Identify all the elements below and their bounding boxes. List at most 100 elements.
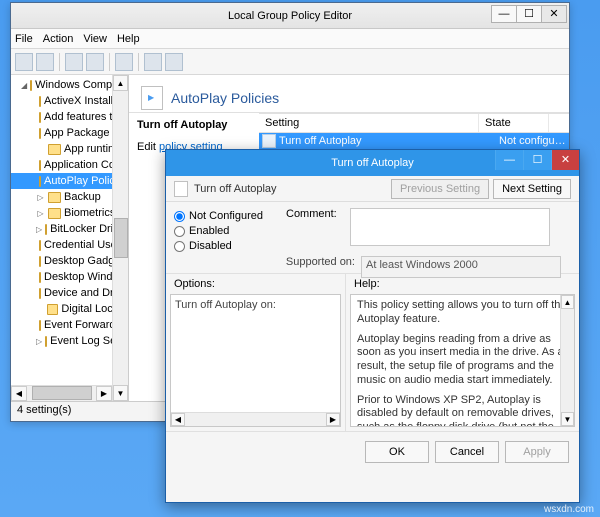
comment-field[interactable] [350,208,550,246]
col-state[interactable]: State [479,114,549,132]
tree-item[interactable]: Desktop Window Mana [11,269,128,285]
menu-action[interactable]: Action [43,33,74,45]
supported-on-label: Supported on: [286,256,355,268]
tree-pane[interactable]: ◢ Windows Components ActiveX Installer S… [11,75,129,401]
maximize-button[interactable]: ☐ [516,5,542,23]
state-radio-group: Not Configured Enabled Disabled [174,208,274,252]
toolbar-up-icon[interactable] [65,53,83,71]
dialog-close-button[interactable]: ✕ [551,150,579,170]
minimize-button[interactable]: — [491,5,517,23]
tree-item[interactable]: Device and Driver Com [11,285,128,301]
expand-icon[interactable] [36,145,45,154]
policy-title: Turn off Autoplay [194,183,277,195]
col-setting[interactable]: Setting [259,114,479,132]
radio-disabled-input[interactable] [174,241,185,252]
folder-icon [39,256,41,267]
folder-icon [39,240,41,251]
radio-not-configured-input[interactable] [174,211,185,222]
tree-item[interactable]: ▷Biometrics [11,205,128,221]
tree-item[interactable]: ▷ Backup [11,189,128,205]
dialog-window-controls: — ☐ ✕ [495,150,579,170]
scroll-left-icon[interactable]: ◀ [171,413,185,426]
dialog-maximize-button[interactable]: ☐ [523,150,551,170]
scroll-up-icon[interactable]: ▲ [113,75,128,91]
dialog-titlebar[interactable]: Turn off Autoplay — ☐ ✕ [166,150,579,176]
collapse-icon[interactable]: ◢ [21,81,27,90]
apply-button[interactable]: Apply [505,441,569,463]
toolbar-export-icon[interactable] [115,53,133,71]
tree-item[interactable]: AutoPlay Policies [11,173,128,189]
scroll-up-icon[interactable]: ▲ [561,295,574,309]
tree-item-label: Backup [64,191,101,203]
scroll-down-icon[interactable]: ▼ [113,385,128,401]
radio-enabled[interactable]: Enabled [174,225,274,237]
expand-icon[interactable]: ▷ [36,209,45,218]
previous-setting-button[interactable]: Previous Setting [391,179,489,199]
options-box[interactable]: Turn off Autoplay on: ◀ ▶ [170,294,341,427]
gpedit-titlebar[interactable]: Local Group Policy Editor — ☐ ✕ [11,3,569,29]
policy-icon [262,134,276,148]
scroll-down-icon[interactable]: ▼ [561,412,574,426]
scroll-thumb[interactable] [32,386,92,400]
toolbar-back-icon[interactable] [15,53,33,71]
right-pane-title: AutoPlay Policies [171,90,279,106]
tree-item[interactable]: Add features to Window [11,109,128,125]
row-setting: Turn off Autoplay [279,135,499,147]
toolbar-refresh-icon[interactable] [86,53,104,71]
folder-icon [45,336,47,347]
tree-item[interactable]: Digital Locker [11,301,128,317]
list-header[interactable]: Setting State [259,113,569,133]
tree-item[interactable]: Application Compatibili [11,157,128,173]
tree-item[interactable]: Event Forwarding [11,317,128,333]
folder-icon [39,160,41,171]
radio-disabled[interactable]: Disabled [174,240,274,252]
tree-item[interactable]: Credential User Interfa [11,237,128,253]
expand-icon[interactable]: ▷ [36,225,42,234]
tree-item[interactable]: App runtime [11,141,128,157]
toolbar-help-icon[interactable] [144,53,162,71]
toolbar-forward-icon[interactable] [36,53,54,71]
expand-icon[interactable] [36,305,44,314]
help-vscrollbar[interactable]: ▲ ▼ [560,295,574,426]
folder-icon [39,320,41,331]
menu-view[interactable]: View [83,33,107,45]
tree-item[interactable]: Desktop Gadgets [11,253,128,269]
source-attribution: wsxdn.com [544,504,594,515]
toolbar [11,49,569,75]
folder-icon [39,112,41,123]
help-text[interactable]: This policy setting allows you to turn o… [350,294,575,427]
tree-item[interactable]: ▷BitLocker Drive Encrypt [11,221,128,237]
tree-item[interactable]: App Package Deployme [11,125,128,141]
tree-item[interactable]: ▷Event Log Service [11,333,128,349]
expand-icon[interactable]: ▷ [36,193,45,202]
ok-button[interactable]: OK [365,441,429,463]
folder-icon [30,80,32,91]
next-setting-button[interactable]: Next Setting [493,179,571,199]
radio-not-configured[interactable]: Not Configured [174,210,274,222]
toolbar-filter-icon[interactable] [165,53,183,71]
close-button[interactable]: ✕ [541,5,567,23]
menu-help[interactable]: Help [117,33,140,45]
policy-row[interactable]: Turn off AutoplayNot configu… [259,133,569,149]
radio-enabled-input[interactable] [174,226,185,237]
scroll-right-icon[interactable]: ▶ [326,413,340,426]
expand-icon[interactable]: ▷ [36,337,42,346]
comment-label: Comment: [286,208,344,252]
help-pane: Help: This policy setting allows you to … [346,274,579,431]
cancel-button[interactable]: Cancel [435,441,499,463]
scroll-right-icon[interactable]: ▶ [96,386,112,401]
tree-root[interactable]: ◢ Windows Components [11,77,128,93]
options-hscrollbar[interactable]: ◀ ▶ [171,412,340,426]
dialog-toolbar: Turn off Autoplay Previous Setting Next … [166,176,579,202]
dialog-minimize-button[interactable]: — [495,150,523,170]
tree-hscrollbar[interactable]: ◀ ▶ [11,385,112,401]
menu-file[interactable]: File [15,33,33,45]
toolbar-separator [109,53,110,71]
tree-item[interactable]: ActiveX Installer Service [11,93,128,109]
options-text: Turn off Autoplay on: [175,299,276,311]
scroll-left-icon[interactable]: ◀ [11,386,27,401]
tree-vscrollbar[interactable]: ▲ ▼ [112,75,128,401]
options-pane: Options: Turn off Autoplay on: ◀ ▶ [166,274,346,431]
folder-icon [39,272,41,283]
scroll-thumb[interactable] [114,218,128,258]
